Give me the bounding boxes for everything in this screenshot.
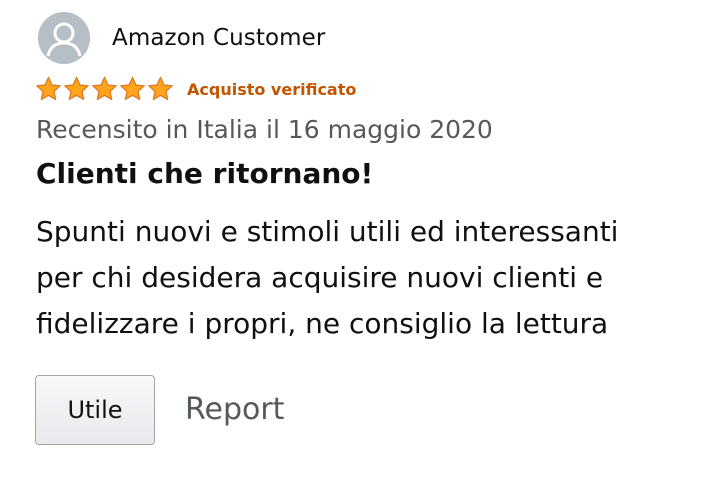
default-user-icon (38, 12, 90, 64)
review-title: Clienti che ritornano! (36, 157, 374, 190)
star-icon (63, 76, 90, 102)
report-link[interactable]: Report (185, 392, 284, 427)
star-icon (147, 76, 174, 102)
review-date: Recensito in Italia il 16 maggio 2020 (36, 115, 493, 144)
reviewer-profile[interactable]: Amazon Customer (38, 12, 326, 64)
star-icon (119, 76, 146, 102)
star-icon (91, 76, 118, 102)
star-rating[interactable] (35, 76, 175, 102)
review-body: Spunti nuovi e stimoli utili ed interess… (36, 209, 706, 347)
star-icon (35, 76, 62, 102)
review-body-line: Spunti nuovi e stimoli utili ed interess… (36, 215, 619, 248)
review-body-line: fidelizzare i propri, ne consiglio la le… (36, 307, 609, 340)
customer-review: Amazon Customer Acquisto verificato Rece… (0, 0, 720, 489)
rating-row: Acquisto verificato (35, 76, 356, 102)
helpful-button[interactable]: Utile (35, 375, 155, 445)
review-body-line: per chi desidera acquisire nuovi clienti… (36, 261, 604, 294)
reviewer-name[interactable]: Amazon Customer (112, 25, 326, 51)
verified-purchase-badge: Acquisto verificato (187, 79, 357, 99)
